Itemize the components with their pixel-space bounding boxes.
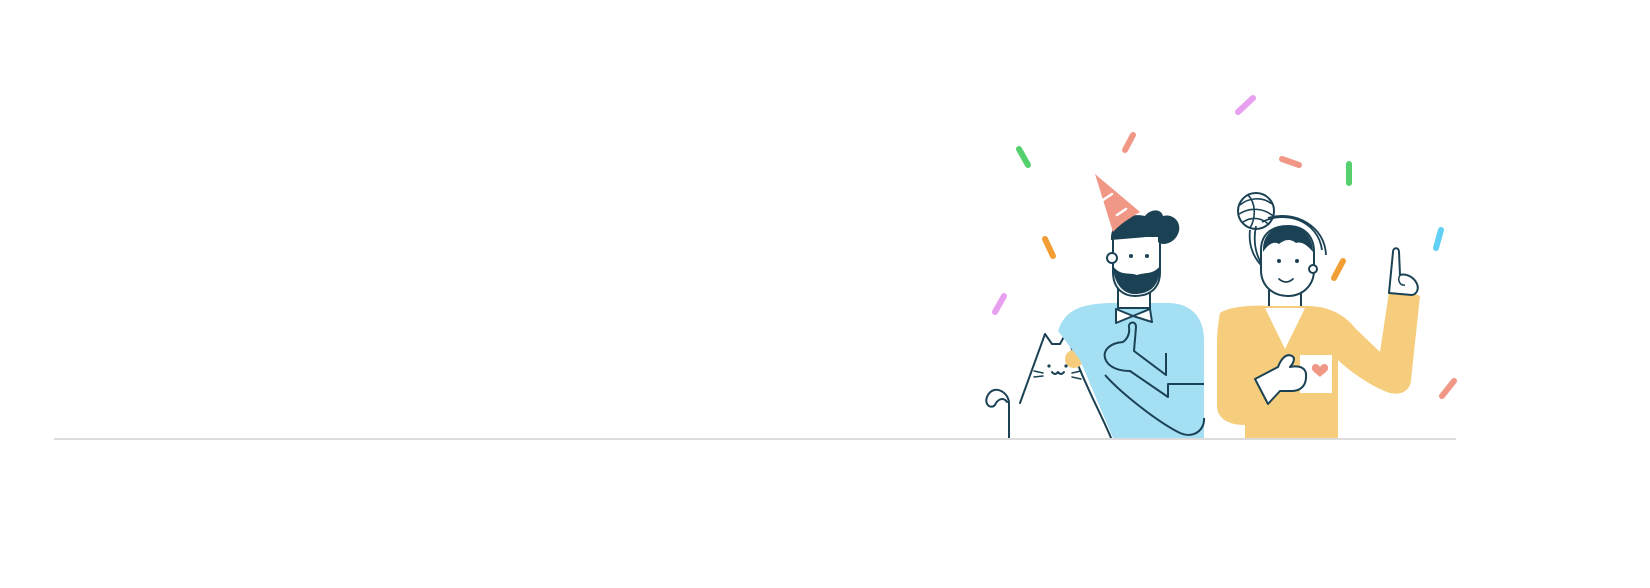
confetti-violet-1 (1235, 95, 1256, 115)
page (0, 0, 1650, 588)
cat-eye-left (1047, 364, 1051, 368)
eye-right (1295, 259, 1299, 263)
confetti-cyan-1 (1433, 227, 1444, 251)
eye-left (1129, 254, 1133, 258)
confetti-orange-1 (1042, 236, 1056, 259)
celebration-illustration (985, 95, 1457, 439)
hand-pointing-up (1388, 247, 1419, 296)
confetti-salmon-1 (1122, 132, 1136, 153)
cat-eye-right (1064, 364, 1068, 368)
bearded-man (1058, 174, 1206, 438)
confetti-violet-2 (992, 293, 1007, 315)
yarn-woman (1217, 192, 1420, 438)
eye-left (1277, 259, 1281, 263)
confetti-orange-2 (1331, 258, 1346, 281)
cat-mouth (1051, 371, 1065, 375)
confetti-salmon-3 (1439, 378, 1457, 399)
ear (1106, 252, 1118, 264)
ear (1308, 264, 1318, 274)
cat-tail (985, 388, 1011, 439)
confetti-green-1 (1016, 146, 1031, 168)
eye-right (1145, 254, 1149, 258)
confetti-salmon-2 (1279, 156, 1302, 168)
baseline-divider (54, 438, 1456, 440)
